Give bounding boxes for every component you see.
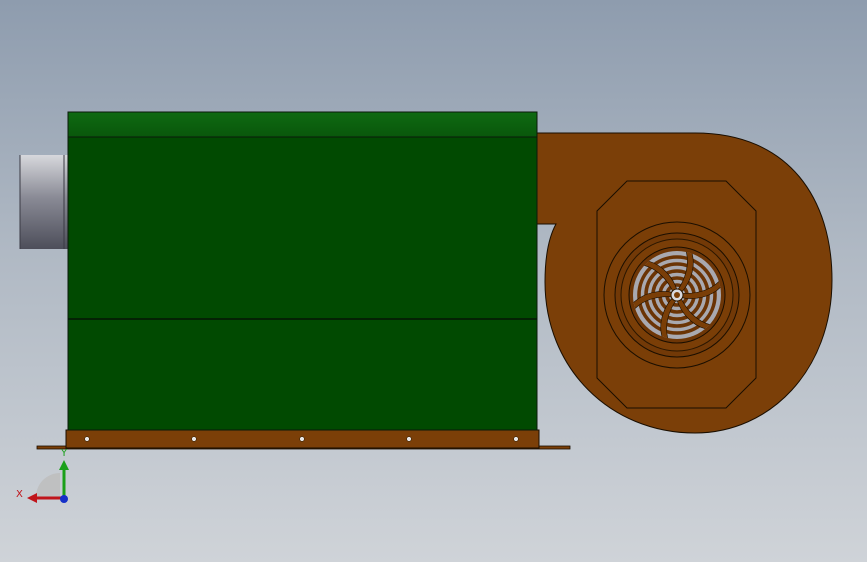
main-housing bbox=[67, 111, 538, 431]
base-rail bbox=[36, 429, 571, 450]
cad-graphics-area[interactable]: Y X bbox=[0, 0, 867, 562]
coordinate-triad: Y X bbox=[16, 448, 69, 503]
inlet-duct bbox=[19, 155, 68, 249]
x-axis-arrowhead bbox=[27, 493, 37, 503]
y-axis-arrowhead bbox=[59, 460, 69, 470]
housing-top-cover bbox=[67, 111, 538, 138]
fan-inlet-grille bbox=[603, 221, 751, 369]
y-axis-label: Y bbox=[60, 448, 68, 459]
z-axis-dot bbox=[60, 495, 68, 503]
model-view[interactable]: Y X bbox=[0, 0, 867, 562]
x-axis-label: X bbox=[16, 489, 23, 500]
